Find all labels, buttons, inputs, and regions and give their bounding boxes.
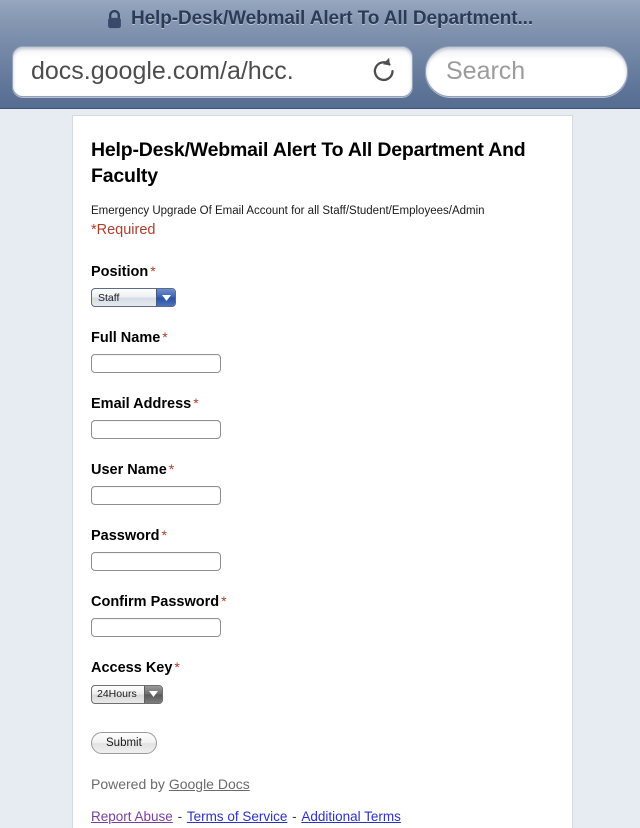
field-position: Position * Staff	[91, 262, 546, 308]
field-email-address: Email Address *	[91, 395, 546, 440]
url-text: docs.google.com/a/hcc.	[31, 56, 294, 85]
lock-icon	[108, 10, 121, 29]
label-text: Access Key	[91, 660, 173, 677]
form-description: Emergency Upgrade Of Email Account for a…	[91, 204, 485, 217]
field-user-name: User Name *	[91, 461, 546, 506]
field-password: Password *	[91, 527, 546, 572]
full-name-input[interactable]	[91, 354, 221, 374]
password-input[interactable]	[91, 552, 221, 572]
label-text: Password	[91, 528, 160, 545]
page-viewport: Help-Desk/Webmail Alert To All Departmen…	[0, 109, 640, 828]
required-asterisk: *	[193, 395, 199, 412]
confirm-password-input[interactable]	[91, 618, 221, 638]
label-text: Email Address	[91, 396, 192, 413]
label-text: Confirm Password	[91, 594, 220, 611]
chevron-down-icon	[144, 685, 162, 703]
form-card: Help-Desk/Webmail Alert To All Departmen…	[72, 115, 573, 828]
field-label-confirm-password: Confirm Password *	[91, 593, 546, 611]
google-docs-link[interactable]: Google Docs	[169, 776, 250, 792]
link-separator: -	[173, 808, 186, 824]
access-key-select-value: 24Hours	[97, 688, 137, 701]
field-label-access-key: Access Key *	[91, 659, 546, 677]
user-name-input[interactable]	[91, 486, 221, 506]
required-asterisk: *	[168, 461, 175, 478]
submit-row: Submit	[91, 731, 546, 754]
footer-links: Report Abuse - Terms of Service - Additi…	[91, 808, 546, 827]
powered-by: Powered by Google Docs	[91, 776, 546, 792]
required-asterisk: *	[161, 527, 167, 544]
chevron-down-icon	[156, 289, 175, 307]
access-key-select[interactable]: 24Hours	[91, 684, 163, 704]
required-asterisk: *	[221, 593, 227, 610]
field-access-key: Access Key * 24Hours	[91, 659, 546, 704]
search-placeholder: Search	[446, 56, 526, 85]
page-title: Help-Desk/Webmail Alert To All Departmen…	[130, 8, 534, 29]
label-text: Full Name	[91, 330, 161, 347]
required-asterisk: *	[174, 659, 180, 676]
terms-of-service-link[interactable]: Terms of Service	[187, 809, 288, 824]
field-full-name: Full Name *	[91, 329, 546, 374]
browser-title-bar: Help-Desk/Webmail Alert To All Departmen…	[0, 0, 640, 38]
position-select-value: Staff	[98, 291, 120, 304]
url-bar[interactable]: docs.google.com/a/hcc.	[12, 45, 413, 97]
field-label-user-name: User Name *	[91, 461, 546, 479]
report-abuse-link[interactable]: Report Abuse	[91, 809, 173, 824]
label-text: User Name	[91, 462, 167, 479]
browser-toolbar: docs.google.com/a/hcc. Search	[0, 38, 640, 104]
label-text: Position	[91, 263, 149, 280]
required-note: *Required	[91, 221, 156, 238]
search-input[interactable]: Search	[425, 45, 628, 97]
field-label-position: Position *	[91, 262, 546, 280]
field-label-password: Password *	[91, 527, 546, 545]
field-confirm-password: Confirm Password *	[91, 593, 546, 638]
required-asterisk: *	[162, 329, 168, 346]
browser-chrome: Help-Desk/Webmail Alert To All Departmen…	[0, 0, 640, 109]
field-label-email-address: Email Address *	[91, 395, 546, 413]
link-separator: -	[288, 808, 301, 824]
email-address-input[interactable]	[91, 420, 221, 440]
field-label-full-name: Full Name *	[91, 329, 546, 347]
submit-button[interactable]: Submit	[91, 731, 157, 754]
required-asterisk: *	[150, 262, 156, 279]
powered-by-text: Powered by	[91, 775, 169, 792]
form-title: Help-Desk/Webmail Alert To All Departmen…	[91, 139, 526, 187]
reload-icon[interactable]	[370, 56, 398, 86]
position-select[interactable]: Staff	[91, 288, 176, 308]
additional-terms-link[interactable]: Additional Terms	[301, 809, 401, 824]
